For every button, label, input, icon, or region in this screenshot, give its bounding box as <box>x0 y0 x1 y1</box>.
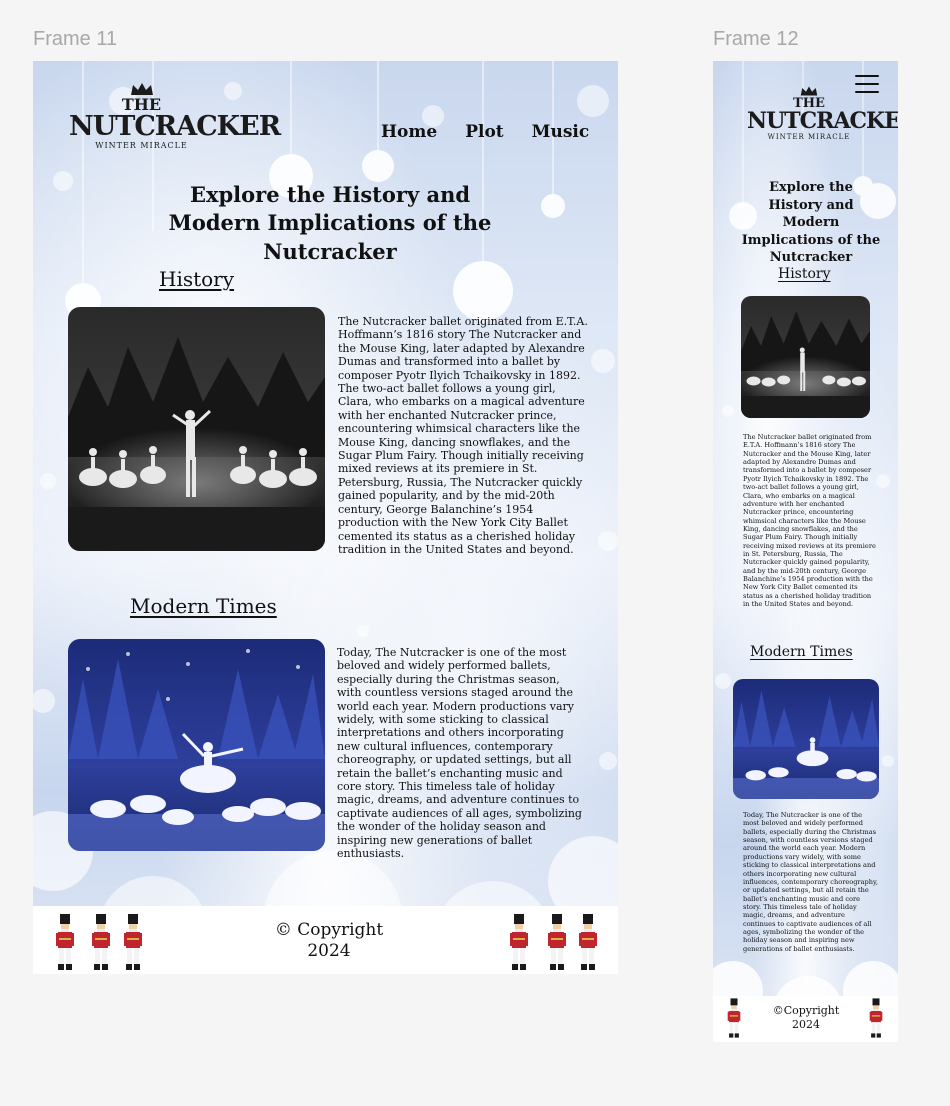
logo-main-text: NUTCRACKER <box>69 111 281 142</box>
logo-main-text: NUTCRACKER <box>747 108 898 134</box>
frame-12-mobile: THE NUTCRACKER WINTER MIRACLE Explore th… <box>713 61 898 1042</box>
frame-11-label: Frame 11 <box>33 28 118 50</box>
history-heading: History <box>778 266 831 282</box>
nutcracker-soldier-icon <box>727 998 741 1042</box>
copyright-line-2: 2024 <box>792 1017 820 1031</box>
frame-11-desktop: THE NUTCRACKER WINTER MIRACLE Home Plot … <box>33 61 618 974</box>
nutcracker-soldier-icon <box>547 914 567 974</box>
copyright-text: ©Copyright 2024 <box>759 1004 853 1032</box>
modern-times-heading: Modern Times <box>130 594 277 618</box>
copyright-line-1: ©Copyright <box>772 1004 840 1017</box>
nutcracker-soldier-icon <box>509 914 529 974</box>
nutcracker-soldier-icon <box>869 998 883 1042</box>
site-logo[interactable]: THE NUTCRACKER WINTER MIRACLE <box>747 85 898 141</box>
nav-music-link[interactable]: Music <box>532 122 590 142</box>
copyright-text: © Copyright 2024 <box>253 920 405 963</box>
copyright-line-2: 2024 <box>307 941 351 962</box>
nutcracker-soldier-icon <box>578 914 598 974</box>
nutcracker-soldier-icon <box>91 914 111 974</box>
history-text: The Nutcracker ballet originated from E.… <box>338 315 588 556</box>
modern-ballet-photo <box>733 679 879 799</box>
main-nav: Home Plot Music <box>381 122 589 142</box>
history-text: The Nutcracker ballet originated from E.… <box>743 433 876 609</box>
footer: ©Copyright 2024 <box>713 996 898 1042</box>
logo-sub-text: WINTER MIRACLE <box>767 133 851 141</box>
modern-times-text: Today, The Nutcracker is one of the most… <box>743 811 878 953</box>
history-heading: History <box>159 267 235 291</box>
modern-ballet-photo <box>68 639 325 851</box>
nutcracker-soldier-icon <box>123 914 143 974</box>
logo-sub-text: WINTER MIRACLE <box>95 141 188 150</box>
history-ballet-photo <box>741 296 870 418</box>
footer: © Copyright 2024 <box>33 906 618 974</box>
page-title: Explore the History and Modern Implicati… <box>741 180 881 266</box>
nutcracker-soldier-icon <box>55 914 75 974</box>
page-title: Explore the History and Modern Implicati… <box>168 182 492 264</box>
nav-home-link[interactable]: Home <box>381 122 437 142</box>
copyright-line-1: © Copyright <box>274 920 384 940</box>
history-ballet-photo <box>68 307 325 551</box>
site-logo[interactable]: THE NUTCRACKER WINTER MIRACLE <box>69 81 281 150</box>
nav-plot-link[interactable]: Plot <box>465 122 503 142</box>
modern-times-text: Today, The Nutcracker is one of the most… <box>337 646 582 861</box>
frame-12-label: Frame 12 <box>713 28 799 50</box>
modern-times-heading: Modern Times <box>750 644 853 660</box>
